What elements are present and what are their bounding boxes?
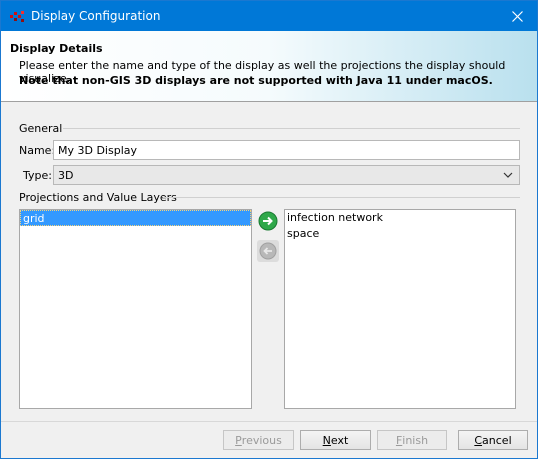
content-panel: General Name: Type: 3D Projections and V… bbox=[1, 103, 537, 421]
name-input[interactable] bbox=[53, 140, 520, 160]
previous-button[interactable]: Previous bbox=[223, 430, 294, 450]
list-item[interactable]: infection network bbox=[285, 210, 515, 226]
next-button[interactable]: Next bbox=[300, 430, 371, 450]
type-select[interactable]: 3D bbox=[53, 165, 520, 185]
title-bar: Display Configuration bbox=[1, 1, 537, 31]
button-bar: Previous Next Finish Cancel bbox=[1, 421, 537, 458]
arrow-left-icon bbox=[259, 242, 277, 260]
selected-projections-list[interactable]: infection network space bbox=[284, 209, 516, 409]
add-projection-button[interactable] bbox=[257, 210, 279, 232]
window-title: Display Configuration bbox=[31, 9, 161, 23]
cancel-button[interactable]: Cancel bbox=[458, 430, 528, 450]
finish-button[interactable]: Finish bbox=[377, 430, 447, 450]
name-label: Name: bbox=[19, 144, 56, 157]
list-item[interactable]: space bbox=[285, 226, 515, 242]
close-icon bbox=[511, 10, 523, 22]
projections-section-label: Projections and Value Layers bbox=[19, 191, 177, 204]
type-label: Type: bbox=[23, 169, 52, 182]
close-button[interactable] bbox=[497, 1, 537, 31]
general-separator bbox=[63, 128, 520, 129]
remove-projection-button[interactable] bbox=[257, 240, 279, 262]
header-title: Display Details bbox=[10, 42, 103, 55]
chevron-down-icon bbox=[503, 172, 513, 178]
header-note: Note that non-GIS 3D displays are not su… bbox=[19, 74, 493, 87]
type-select-value: 3D bbox=[58, 169, 74, 182]
projections-separator bbox=[163, 197, 520, 198]
repast-app-icon bbox=[10, 11, 24, 22]
available-projections-list[interactable]: grid bbox=[19, 209, 252, 409]
arrow-right-icon bbox=[258, 211, 278, 231]
wizard-header: Display Details Please enter the name an… bbox=[1, 31, 537, 102]
display-configuration-dialog: Display Configuration Display Details Pl… bbox=[0, 0, 538, 459]
general-section-label: General bbox=[19, 122, 63, 135]
list-item[interactable]: grid bbox=[20, 210, 251, 226]
